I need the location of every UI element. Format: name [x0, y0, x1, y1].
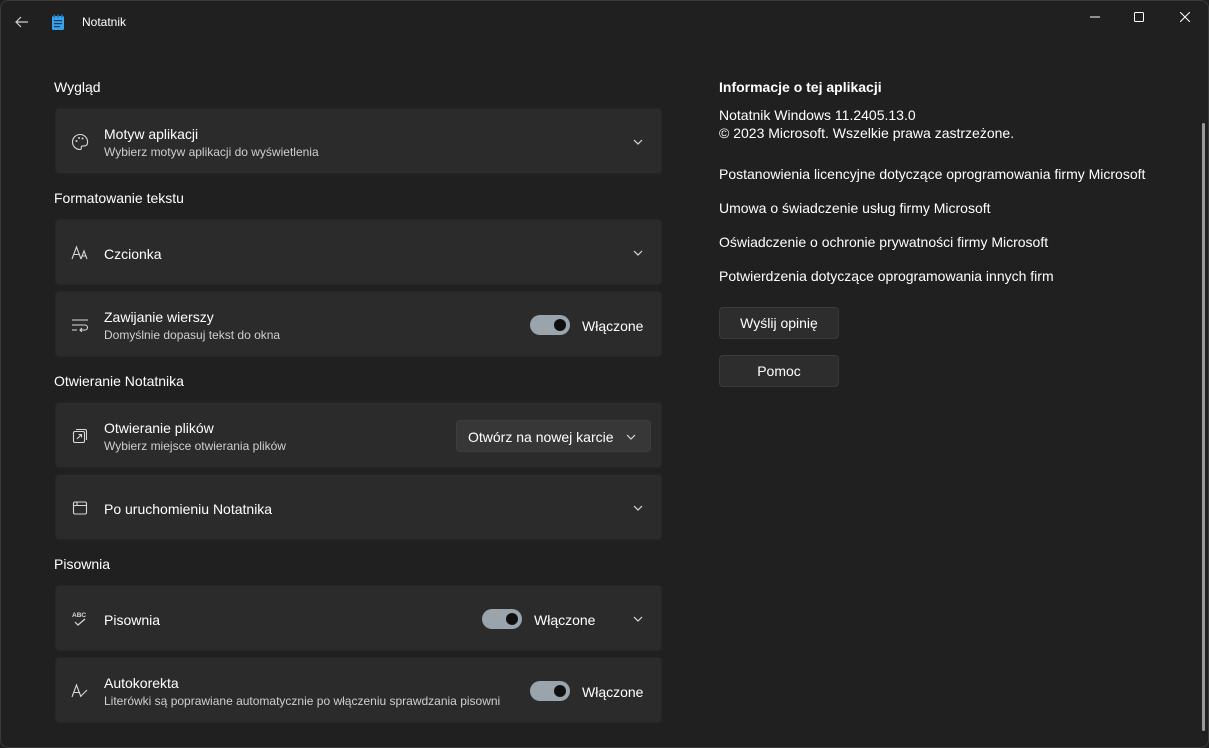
- toggle-knob: [554, 319, 566, 331]
- toggle-knob: [506, 613, 518, 625]
- toggle-knob: [554, 685, 566, 697]
- autocorrect-card: Autokorekta Literówki są poprawiane auto…: [55, 657, 662, 723]
- opening-files-title: Otwieranie plików: [104, 420, 214, 436]
- about-title: Informacje o tej aplikacji: [719, 79, 882, 95]
- open-file-icon: [70, 427, 90, 445]
- section-title-spelling: Pisownia: [54, 556, 111, 572]
- word-wrap-card: Zawijanie wierszy Domyślnie dopasuj teks…: [55, 291, 662, 357]
- autocorrect-toggle[interactable]: [530, 681, 570, 701]
- on-startup-title: Po uruchomieniu Notatnika: [104, 501, 273, 517]
- opening-files-selected: Otwórz na nowej karcie: [468, 429, 614, 445]
- notepad-settings-window: Notatnik Wygląd Motyw aplikacji Wybierz …: [0, 0, 1209, 748]
- word-wrap-description: Domyślnie dopasuj tekst do okna: [104, 328, 281, 342]
- spellcheck-title: Pisownia: [104, 612, 161, 628]
- app-version: Notatnik Windows 11.2405.13.0: [719, 107, 916, 123]
- chevron-down-icon[interactable]: [630, 501, 646, 515]
- app-title: Notatnik: [82, 15, 127, 29]
- minimize-button[interactable]: [1072, 1, 1118, 33]
- app-theme-card[interactable]: Motyw aplikacji Wybierz motyw aplikacji …: [55, 108, 662, 174]
- on-startup-card[interactable]: Po uruchomieniu Notatnika: [55, 474, 662, 540]
- arrow-left-icon: [15, 16, 28, 28]
- opening-files-description: Wybierz miejsce otwierania plików: [104, 439, 286, 453]
- link-license-terms[interactable]: Postanowienia licencyjne dotyczące oprog…: [719, 166, 1145, 182]
- section-title-text-formatting: Formatowanie tekstu: [54, 190, 184, 206]
- spellcheck-toggle[interactable]: [482, 609, 522, 629]
- copyright: © 2023 Microsoft. Wszelkie prawa zastrze…: [719, 125, 1015, 141]
- chevron-down-icon[interactable]: [630, 612, 646, 626]
- spellcheck-toggle-label: Włączone: [534, 612, 596, 628]
- autocorrect-toggle-label: Włączone: [582, 684, 644, 700]
- close-icon: [1180, 12, 1190, 22]
- link-services-agreement[interactable]: Umowa o świadczenie usług firmy Microsof…: [719, 200, 991, 216]
- autocorrect-description: Literówki są poprawiane automatycznie po…: [104, 694, 501, 708]
- link-privacy-statement[interactable]: Oświadczenie o ochronie prywatności firm…: [719, 234, 1048, 250]
- palette-icon: [70, 133, 90, 151]
- opening-files-card: Otwieranie plików Wybierz miejsce otwier…: [55, 402, 662, 468]
- word-wrap-toggle[interactable]: [530, 315, 570, 335]
- font-title: Czcionka: [104, 246, 162, 262]
- section-title-opening: Otwieranie Notatnika: [54, 373, 184, 389]
- notepad-icon: [51, 14, 65, 31]
- word-wrap-icon: [70, 316, 90, 334]
- back-button[interactable]: [9, 9, 35, 35]
- opening-files-dropdown[interactable]: Otwórz na nowej karcie: [456, 420, 651, 452]
- chevron-down-icon[interactable]: [630, 135, 646, 149]
- link-third-party-notices[interactable]: Potwierdzenia dotyczące oprogramowania i…: [719, 268, 1054, 284]
- autocorrect-title: Autokorekta: [104, 675, 179, 691]
- minimize-icon: [1090, 16, 1100, 18]
- maximize-icon: [1134, 12, 1144, 22]
- spellcheck-card[interactable]: ABC Pisownia Włączone: [55, 585, 662, 651]
- font-icon: [70, 244, 90, 262]
- svg-text:ABC: ABC: [72, 612, 86, 619]
- scrollbar[interactable]: [1202, 123, 1205, 731]
- section-title-appearance: Wygląd: [54, 79, 101, 95]
- autocorrect-icon: [70, 682, 90, 700]
- font-card[interactable]: Czcionka: [55, 219, 662, 285]
- send-feedback-button[interactable]: Wyślij opinię: [719, 307, 839, 339]
- window-icon: [70, 499, 90, 517]
- maximize-button[interactable]: [1116, 1, 1162, 33]
- app-theme-title: Motyw aplikacji: [104, 126, 199, 142]
- app-theme-description: Wybierz motyw aplikacji do wyświetlenia: [104, 145, 319, 159]
- help-button[interactable]: Pomoc: [719, 355, 839, 387]
- close-button[interactable]: [1162, 1, 1208, 33]
- chevron-down-icon[interactable]: [630, 246, 646, 260]
- title-bar: Notatnik: [1, 1, 1208, 45]
- spellcheck-icon: ABC: [70, 610, 90, 628]
- word-wrap-toggle-label: Włączone: [582, 318, 644, 334]
- chevron-down-icon: [625, 431, 637, 443]
- word-wrap-title: Zawijanie wierszy: [104, 309, 214, 325]
